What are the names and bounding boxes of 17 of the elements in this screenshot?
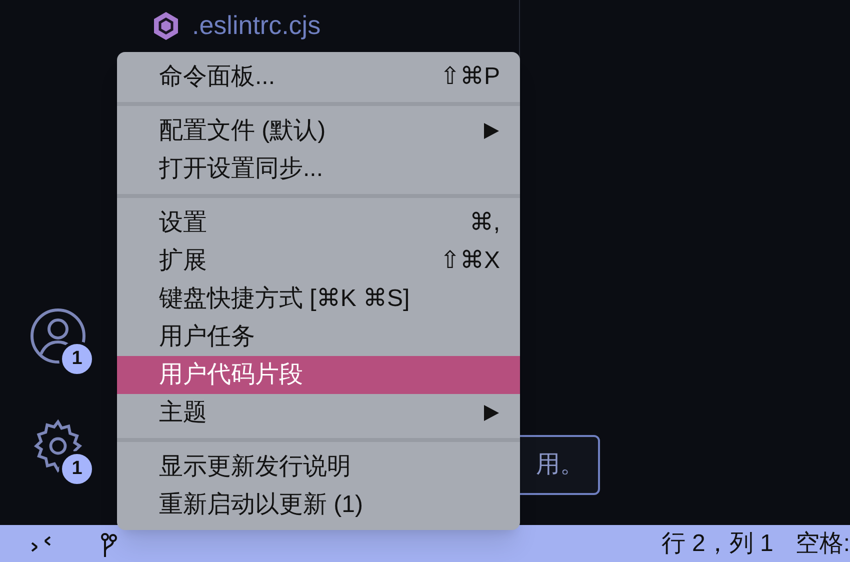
menu-item[interactable]: 命令面板... ⇧⌘P <box>117 58 520 96</box>
menu-item[interactable]: 键盘快捷方式 [⌘K ⌘S] <box>117 280 520 318</box>
notification-badge: 1 <box>59 341 95 377</box>
status-item[interactable]: 行 2，列 1 <box>661 526 774 562</box>
hexagon-icon <box>152 10 180 40</box>
menu-item[interactable]: 扩展 ⇧⌘X <box>117 242 520 280</box>
file-name[interactable]: .eslintrc.cjs <box>192 6 321 45</box>
branch-icon[interactable] <box>100 533 118 557</box>
menu-item[interactable]: 主题 <box>117 394 520 432</box>
menu-item[interactable]: 用户代码片段 <box>117 356 520 394</box>
remote-icon[interactable] <box>30 535 52 553</box>
menu-item[interactable]: 设置 ⌘, <box>117 204 520 242</box>
notification-badge: 1 <box>59 451 95 487</box>
status-item[interactable]: 空格: <box>795 526 850 562</box>
menu-item[interactable]: 配置文件 (默认) <box>117 112 520 150</box>
menu-item[interactable]: 用户任务 <box>117 318 520 356</box>
menu-item[interactable]: 打开设置同步... <box>117 150 520 188</box>
